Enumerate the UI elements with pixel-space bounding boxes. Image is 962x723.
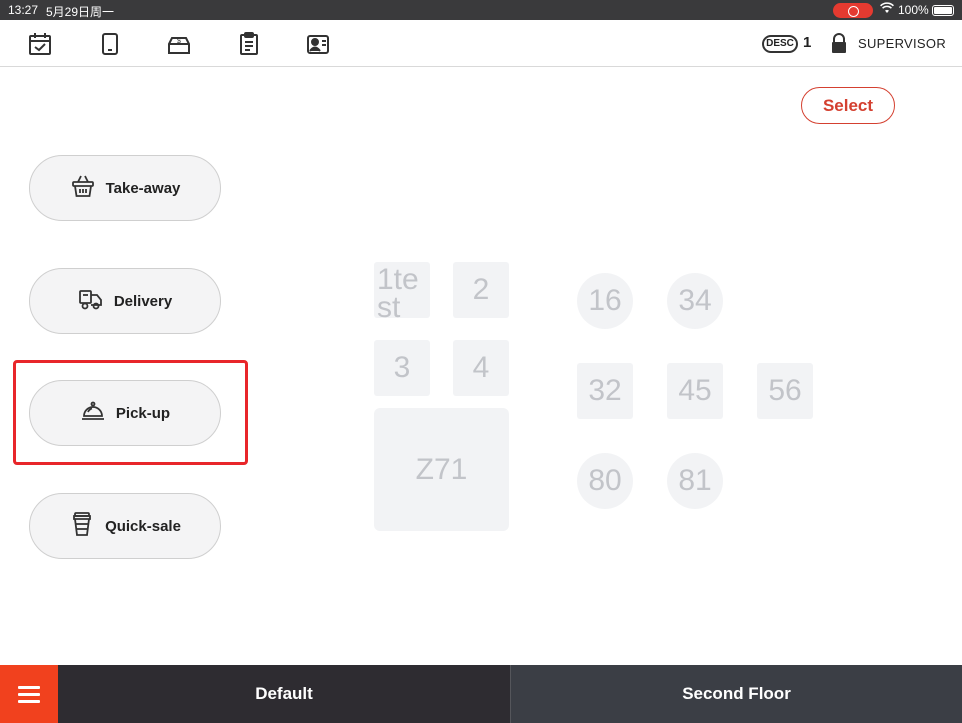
bottom-bar: Default Second Floor [0, 665, 962, 723]
quick-sale-button[interactable]: Quick-sale [29, 493, 221, 559]
table-4[interactable]: 4 [453, 340, 509, 396]
battery-percent: 100% [898, 3, 929, 17]
floor-tab-second-floor[interactable]: Second Floor [510, 665, 962, 723]
select-button[interactable]: Select [801, 87, 895, 124]
takeaway-cup-icon [69, 511, 95, 541]
delivery-label: Delivery [113, 292, 173, 310]
table-3[interactable]: 3 [374, 340, 430, 396]
table-56[interactable]: 56 [757, 363, 813, 419]
desc-sort-toggle[interactable]: DESC [762, 35, 798, 53]
battery-icon [932, 5, 954, 16]
table-81[interactable]: 81 [667, 453, 723, 509]
desc-count: 1 [803, 34, 812, 51]
svg-text:$: $ [177, 38, 181, 45]
cash-drawer-icon[interactable]: $ [167, 32, 191, 56]
clipboard-list-icon[interactable] [237, 32, 261, 56]
table-34[interactable]: 34 [667, 273, 723, 329]
user-card-icon[interactable] [306, 32, 330, 56]
basket-icon [70, 173, 96, 203]
tablet-icon[interactable] [98, 32, 122, 56]
top-toolbar: $ DESC 1 SUPERVISOR [0, 20, 962, 67]
quick-sale-label: Quick-sale [105, 517, 181, 535]
table-1test[interactable]: 1test [374, 262, 430, 318]
hamburger-menu-icon[interactable] [0, 665, 58, 723]
screen-recording-icon [833, 3, 873, 18]
highlight-box [13, 360, 248, 465]
status-time: 13:27 [8, 3, 39, 17]
wifi-icon [880, 2, 894, 17]
take-away-label: Take-away [105, 179, 181, 197]
user-role[interactable]: SUPERVISOR [858, 36, 946, 51]
table-2[interactable]: 2 [453, 262, 509, 318]
table-45[interactable]: 45 [667, 363, 723, 419]
floor-tab-default[interactable]: Default [58, 665, 510, 723]
table-80[interactable]: 80 [577, 453, 633, 509]
status-date: 5月29日周一 [46, 5, 115, 19]
table-16[interactable]: 16 [577, 273, 633, 329]
delivery-truck-icon [78, 286, 104, 316]
take-away-button[interactable]: Take-away [29, 155, 221, 221]
table-32[interactable]: 32 [577, 363, 633, 419]
delivery-button[interactable]: Delivery [29, 268, 221, 334]
lock-icon[interactable] [830, 33, 848, 53]
calendar-check-icon[interactable] [28, 32, 52, 56]
table-z71[interactable]: Z71 [374, 408, 509, 531]
status-bar: 13:27 5月29日周一 100% [0, 0, 962, 20]
